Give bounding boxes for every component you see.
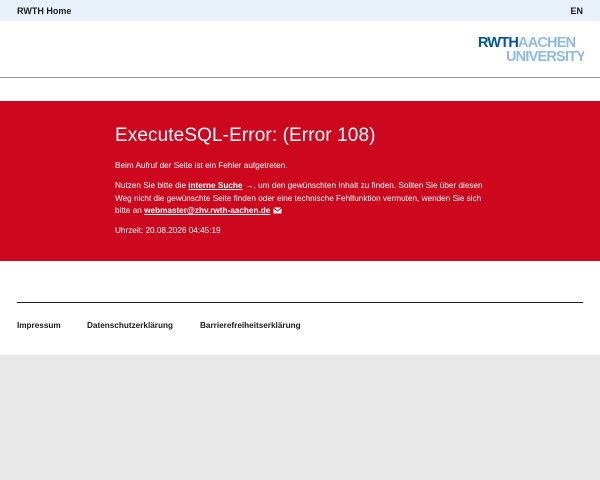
footer-divider <box>17 302 583 303</box>
error-timestamp: Uhrzeit: 20.08.2026 04:45:19 <box>115 226 221 235</box>
top-bar: RWTH Home EN <box>0 0 600 21</box>
error-help-text: Nutzen Sie bitte die interne Suche →, um … <box>115 180 495 218</box>
page-bottom-area <box>0 355 600 480</box>
rwth-home-link[interactable]: RWTH Home <box>17 6 71 16</box>
help-prefix: Nutzen Sie bitte die <box>115 181 189 190</box>
error-title: ExecuteSQL-Error: (Error 108) <box>115 125 376 146</box>
internal-search-label: interne Suche <box>188 181 243 190</box>
arrow-right-icon: → <box>245 181 254 190</box>
footer-link-privacy[interactable]: Datenschutzerklärung <box>87 321 173 330</box>
error-message: Beim Aufruf der Seite ist ein Fehler auf… <box>115 161 288 170</box>
mail-icon <box>273 207 283 214</box>
footer-link-accessibility[interactable]: Barrierefreiheitserklärung <box>200 321 301 330</box>
webmaster-email-label: webmaster@zhv.rwth-aachen.de <box>144 206 271 215</box>
language-switch-en[interactable]: EN <box>570 6 583 16</box>
internal-search-link[interactable]: interne Suche → <box>188 181 253 190</box>
content-spacer <box>0 78 600 101</box>
webmaster-email-link[interactable]: webmaster@zhv.rwth-aachen.de <box>144 206 283 215</box>
site-header: RWTHAACHEN UNIVERSITY <box>0 21 600 77</box>
logo-university-text: UNIVERSITY <box>506 49 584 64</box>
error-panel: ExecuteSQL-Error: (Error 108) Beim Aufru… <box>0 101 600 261</box>
site-footer: Impressum Datenschutzerklärung Barrieref… <box>0 261 600 355</box>
footer-link-impressum[interactable]: Impressum <box>17 321 61 330</box>
rwth-logo: RWTHAACHEN UNIVERSITY <box>478 35 584 64</box>
